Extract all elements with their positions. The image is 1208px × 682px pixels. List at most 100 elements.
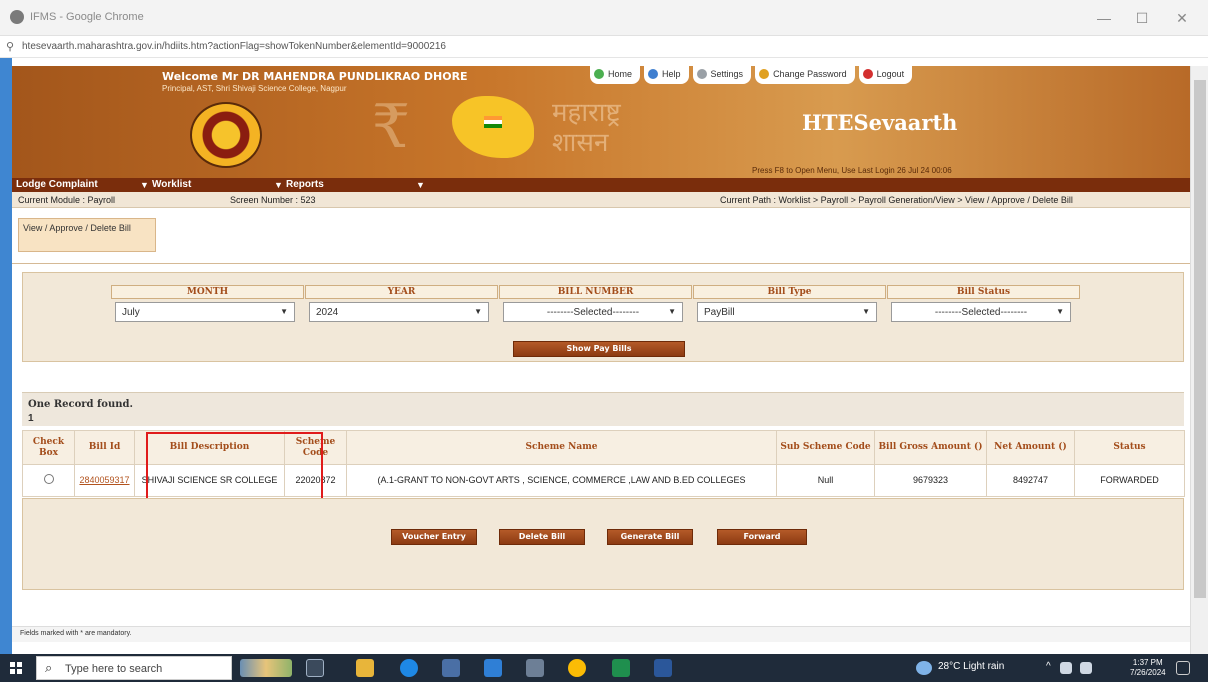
bill-type-select[interactable]: PayBill ▼ (697, 302, 877, 322)
header-status: Status (1074, 430, 1185, 465)
marathi-line-2: शासन (552, 128, 609, 158)
header-sub-scheme-code: Sub Scheme Code (776, 430, 875, 465)
home-label: Home (608, 69, 633, 79)
power-icon (862, 69, 873, 79)
chrome-icon[interactable] (568, 659, 586, 677)
browser-titlebar: IFMS - Google Chrome — ☐ ✕ (0, 0, 1208, 36)
menu-marker-icon: ▼ (274, 180, 283, 190)
marathi-line-1: महाराष्ट्र (552, 98, 621, 128)
notification-icon[interactable] (1176, 661, 1190, 675)
windows-start-icon[interactable] (10, 662, 22, 674)
generate-bill-button[interactable]: Generate Bill (607, 529, 693, 545)
header-bill-id: Bill Id (74, 430, 135, 465)
sub-scheme-code-cell: Null (776, 464, 875, 497)
site-favicon-icon (10, 10, 24, 24)
taskbar-search-input[interactable]: ⌕ Type here to search (36, 656, 232, 680)
menu-worklist[interactable]: Worklist (152, 179, 191, 190)
close-window-button[interactable]: ✕ (1164, 6, 1200, 30)
task-view-icon[interactable] (306, 659, 324, 677)
site-info-icon[interactable]: ⚲ (6, 40, 14, 53)
minimize-button[interactable]: — (1086, 6, 1122, 30)
voucher-entry-button[interactable]: Voucher Entry (391, 529, 477, 545)
network-icon[interactable] (1060, 662, 1072, 674)
url-text[interactable]: htesevaarth.maharashtra.gov.in/hdiits.ht… (22, 41, 446, 52)
header-banner: Welcome Mr DR MAHENDRA PUNDLIKRAO DHORE … (12, 66, 1190, 178)
store-icon[interactable] (442, 659, 460, 677)
breadcrumb: Current Path : Worklist > Payroll > Payr… (720, 195, 1073, 205)
chevron-down-icon: ▼ (862, 307, 870, 316)
tab-view-approve-delete-bill[interactable]: View / Approve / Delete Bill (18, 218, 156, 252)
search-icon: ⌕ (45, 660, 53, 675)
home-link[interactable]: Home (590, 66, 641, 84)
delete-bill-button[interactable]: Delete Bill (499, 529, 585, 545)
settings-icon (696, 69, 707, 79)
settings-link[interactable]: Settings (692, 66, 752, 84)
menu-marker-icon: ▼ (416, 180, 425, 190)
show-pay-bills-button[interactable]: Show Pay Bills (513, 341, 685, 357)
marathi-watermark: महाराष्ट्र शासन (552, 98, 621, 158)
module-info-bar: Current Module : Payroll Screen Number :… (12, 192, 1190, 208)
bill-number-select[interactable]: --------Selected-------- ▼ (503, 302, 683, 322)
header-check-box: Check Box (22, 430, 75, 465)
mandatory-note: Fields marked with * are mandatory. (20, 630, 132, 637)
app-icon[interactable] (526, 659, 544, 677)
speaker-icon[interactable] (1080, 662, 1092, 674)
maximize-button[interactable]: ☐ (1124, 6, 1160, 30)
menu-reports[interactable]: Reports (286, 179, 324, 190)
edge-browser-icon[interactable] (400, 659, 418, 677)
settings-label: Settings (710, 69, 744, 79)
rupee-symbol-icon: ₹ (372, 92, 411, 162)
clock-time: 1:37 PM (1132, 658, 1163, 667)
records-count: 1 (28, 413, 34, 424)
logout-link[interactable]: Logout (858, 66, 913, 84)
chevron-down-icon: ▼ (280, 307, 288, 316)
scrollbar-thumb[interactable] (1194, 80, 1206, 598)
chevron-down-icon: ▼ (1056, 307, 1064, 316)
month-filter: MONTH July ▼ (111, 285, 304, 322)
year-filter: YEAR 2024 ▼ (305, 285, 498, 322)
bill-status-select[interactable]: --------Selected-------- ▼ (891, 302, 1071, 322)
bill-number-value: --------Selected-------- (546, 307, 640, 318)
record-count-panel: One Record found. 1 (22, 392, 1184, 426)
status-cell: FORWARDED (1074, 464, 1185, 497)
bill-type-filter: Bill Type PayBill ▼ (693, 285, 886, 322)
bill-type-label: Bill Type (693, 285, 886, 299)
weather-icon (916, 661, 932, 675)
excel-icon[interactable] (612, 659, 630, 677)
address-bar[interactable]: ⚲ htesevaarth.maharashtra.gov.in/hdiits.… (0, 36, 1208, 58)
windows-taskbar: ⌕ Type here to search 28°C Light rain ^ … (0, 654, 1208, 682)
page-scrollbar[interactable] (1190, 66, 1208, 654)
page-footer: Fields marked with * are mandatory. (12, 626, 1190, 642)
row-select-radio[interactable] (43, 474, 54, 484)
key-icon (759, 69, 770, 79)
menu-lodge-complaint[interactable]: Lodge Complaint (16, 179, 98, 190)
principal-text: Principal, AST, Shri Shivaji Science Col… (162, 84, 347, 93)
year-label: YEAR (305, 285, 498, 299)
news-widget-icon[interactable] (240, 659, 292, 677)
tray-overflow-icon[interactable]: ^ (1046, 661, 1051, 672)
change-password-link[interactable]: Change Password (755, 66, 855, 84)
menu-marker-icon: ▼ (140, 180, 149, 190)
bill-id-link[interactable]: 2840059317 (74, 464, 135, 497)
month-select[interactable]: July ▼ (115, 302, 295, 322)
month-value: July (122, 307, 140, 318)
window-title: IFMS - Google Chrome (30, 11, 144, 23)
tab-area: View / Approve / Delete Bill (12, 208, 1190, 264)
year-value: 2024 (316, 307, 339, 318)
home-icon (594, 69, 604, 79)
taskbar-clock[interactable]: 1:37 PM 7/26/2024 (1130, 658, 1166, 678)
word-icon[interactable] (654, 659, 672, 677)
help-link[interactable]: Help (644, 66, 689, 84)
page-content: Welcome Mr DR MAHENDRA PUNDLIKRAO DHORE … (12, 66, 1190, 654)
india-flag-icon (484, 116, 502, 128)
header-scheme-name: Scheme Name (346, 430, 777, 465)
gross-amount-cell: 9679323 (874, 464, 987, 497)
forward-button[interactable]: Forward (717, 529, 807, 545)
main-menu-bar: Lodge Complaint ▼ Worklist ▼ Reports ▼ (12, 178, 1190, 192)
header-bill-gross-amount: Bill Gross Amount () (874, 430, 987, 465)
year-select[interactable]: 2024 ▼ (309, 302, 489, 322)
file-explorer-icon[interactable] (356, 659, 374, 677)
mail-icon[interactable] (484, 659, 502, 677)
screen-number-text: Screen Number : 523 (230, 195, 316, 205)
weather-text[interactable]: 28°C Light rain (938, 661, 1004, 672)
